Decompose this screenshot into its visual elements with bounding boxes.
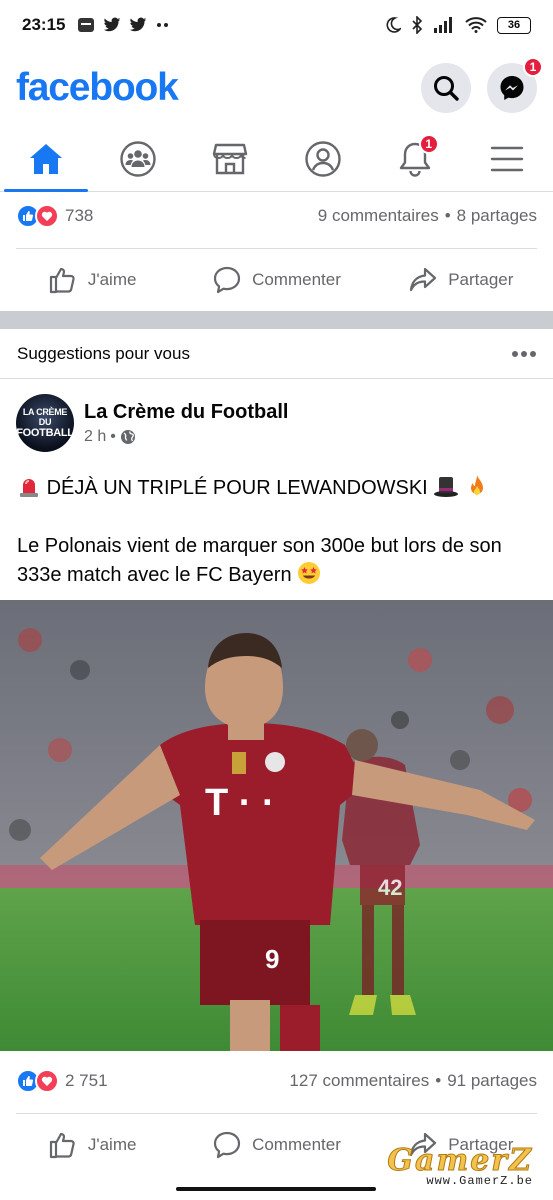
post-reactions-summary[interactable]: 738 9 commentaires • 8 partages (16, 204, 537, 228)
moon-icon (386, 17, 401, 33)
home-indicator[interactable] (176, 1187, 376, 1191)
wifi-icon (465, 17, 487, 33)
fire-emoji-icon (470, 475, 483, 495)
twitter-icon (130, 17, 147, 32)
tab-notifications[interactable]: 1 (369, 126, 461, 191)
comment-button[interactable]: Commenter (184, 265, 368, 295)
comment-label: Commenter (252, 1135, 341, 1154)
football-celebration-photo: 42 T · · 9 (0, 600, 553, 1051)
status-bar: 23:15 36 (0, 0, 553, 50)
separator-dot: • (444, 206, 451, 225)
engagement-stats: 127 commentaires • 91 partages (289, 1071, 537, 1091)
star-eyes-emoji-icon (298, 562, 321, 584)
comments-count[interactable]: 127 commentaires (289, 1071, 429, 1091)
svg-text:T · ·: T · · (205, 782, 275, 824)
top-hat-emoji-icon (434, 477, 459, 497)
thumbs-up-icon (49, 267, 75, 294)
post-reactions-summary[interactable]: 2 751 127 commentaires • 91 partages (16, 1069, 537, 1093)
status-notification-icons (77, 16, 171, 34)
tab-menu[interactable] (461, 126, 553, 191)
tab-home[interactable] (0, 126, 92, 192)
suggestions-header: Suggestions pour vous (0, 329, 553, 379)
comments-count[interactable]: 9 commentaires (318, 206, 439, 226)
messenger-button[interactable]: 1 (487, 57, 543, 113)
app-notification-icon (78, 18, 95, 32)
jersey-number: 9 (265, 944, 279, 974)
tab-groups[interactable] (92, 126, 184, 191)
post-photo[interactable]: 42 T · · 9 (0, 600, 553, 1051)
marketplace-icon (213, 143, 248, 174)
post-time[interactable]: 2 h • (84, 428, 288, 446)
reaction-icons (16, 1069, 59, 1093)
headline-text: DÉJÀ UN TRIPLÉ POUR LEWANDOWSKI (46, 477, 428, 499)
main-tab-bar: 1 (0, 126, 553, 192)
tab-profile[interactable] (277, 126, 369, 191)
reaction-icons (16, 204, 59, 228)
share-icon (410, 267, 437, 292)
avatar-text-line2: FOOTBALL (16, 427, 74, 439)
post-headline: DÉJÀ UN TRIPLÉ POUR LEWANDOWSKI (17, 474, 537, 503)
dot (530, 350, 536, 357)
post-author[interactable]: La Crème du Football (84, 401, 288, 424)
reactions-count: 738 (65, 206, 94, 225)
like-button[interactable]: J'aime (0, 1130, 184, 1160)
globe-icon (120, 429, 135, 444)
post-action-bar: J'aime Commenter Partager (0, 249, 553, 311)
tab-marketplace[interactable] (184, 126, 276, 191)
share-label: Partager (448, 270, 514, 289)
notifications-badge: 1 (418, 134, 439, 154)
like-label: J'aime (87, 270, 137, 289)
twitter-icon (104, 17, 121, 32)
love-reaction-icon (35, 1069, 59, 1093)
comment-label: Commenter (252, 270, 341, 289)
post-timestamp: 2 h (84, 427, 107, 445)
facebook-logo[interactable]: facebook (16, 66, 179, 110)
post-meta: La Crème du Football 2 h • (84, 401, 288, 446)
shares-count[interactable]: 91 partages (447, 1071, 537, 1091)
feed-separator (0, 311, 553, 329)
like-label: J'aime (87, 1135, 137, 1154)
body-text: Le Polonais vient de marquer son 300e bu… (17, 535, 502, 586)
watermark-logo: GamerZ (387, 1143, 533, 1179)
dot (512, 350, 518, 357)
comment-button[interactable]: Commenter (184, 1130, 368, 1160)
search-button[interactable] (421, 63, 471, 113)
post-header: LA CRÈME DU FOOTBALL La Crème du Footbal… (16, 394, 537, 452)
search-icon (434, 76, 459, 101)
reactions-count: 2 751 (65, 1071, 108, 1090)
more-notifications-icon (157, 23, 169, 27)
shares-count[interactable]: 8 partages (457, 206, 537, 226)
siren-emoji-icon (20, 479, 38, 497)
separator-dot: • (435, 1071, 442, 1090)
comment-icon (213, 1131, 241, 1159)
status-system-icons: 36 (385, 16, 531, 34)
groups-icon (120, 140, 156, 177)
site-watermark: GamerZ www.GamerZ.be (387, 1143, 533, 1189)
signal-icon (434, 17, 452, 33)
header-actions: 1 (421, 57, 543, 113)
love-reaction-icon (35, 204, 59, 228)
engagement-stats: 9 commentaires • 8 partages (318, 206, 537, 226)
dot (521, 350, 527, 357)
home-icon (30, 143, 63, 174)
status-time: 23:15 (22, 15, 66, 34)
suggestions-title: Suggestions pour vous (17, 343, 190, 363)
messenger-badge: 1 (523, 57, 543, 77)
like-button[interactable]: J'aime (0, 265, 184, 295)
messenger-icon (500, 76, 524, 100)
more-options-button[interactable] (512, 350, 536, 357)
page-avatar[interactable]: LA CRÈME DU FOOTBALL (16, 394, 74, 452)
app-header: facebook 1 (0, 50, 553, 126)
svg-text:42: 42 (378, 875, 402, 900)
hamburger-menu-icon (490, 146, 524, 171)
thumbs-up-icon (49, 1132, 75, 1159)
share-button[interactable]: Partager (369, 265, 553, 295)
bluetooth-icon (412, 16, 423, 34)
separator-dot: • (110, 427, 116, 445)
avatar-text-line1: LA CRÈME DU (22, 407, 68, 427)
post-body: Le Polonais vient de marquer son 300e bu… (17, 532, 537, 590)
profile-icon (304, 140, 341, 177)
comment-icon (213, 266, 241, 294)
battery-indicator: 36 (497, 16, 531, 34)
